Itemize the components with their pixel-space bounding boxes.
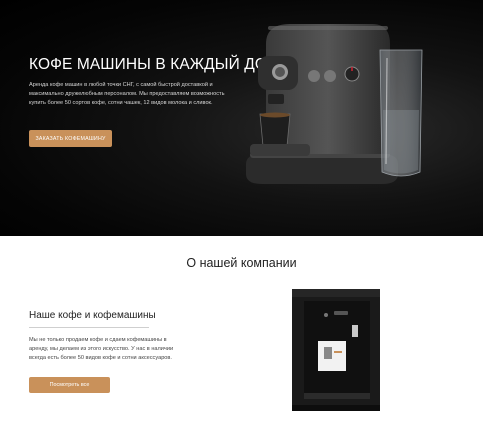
about-description: Мы не только продаем кофе и сдаем кофема… bbox=[29, 337, 174, 362]
hero-coffee-machine-image bbox=[246, 24, 423, 184]
about-subtitle: Наше кофе и кофемашины bbox=[29, 310, 156, 321]
view-all-button[interactable]: Посмотреть все bbox=[29, 377, 110, 393]
subtitle-divider bbox=[29, 327, 149, 328]
order-coffee-machine-button[interactable]: ЗАКАЗАТЬ КОФЕМАШИНУ bbox=[29, 130, 112, 147]
hero-section: КОФЕ МАШИНЫ В КАЖДЫЙ ДОМ Аренда кофе маш… bbox=[0, 0, 483, 236]
about-coffee-machine-image bbox=[292, 289, 380, 411]
about-section-title: О нашей компании bbox=[186, 256, 297, 270]
hero-description: Аренда кофе машин в любой точки СНГ, с с… bbox=[29, 82, 225, 107]
